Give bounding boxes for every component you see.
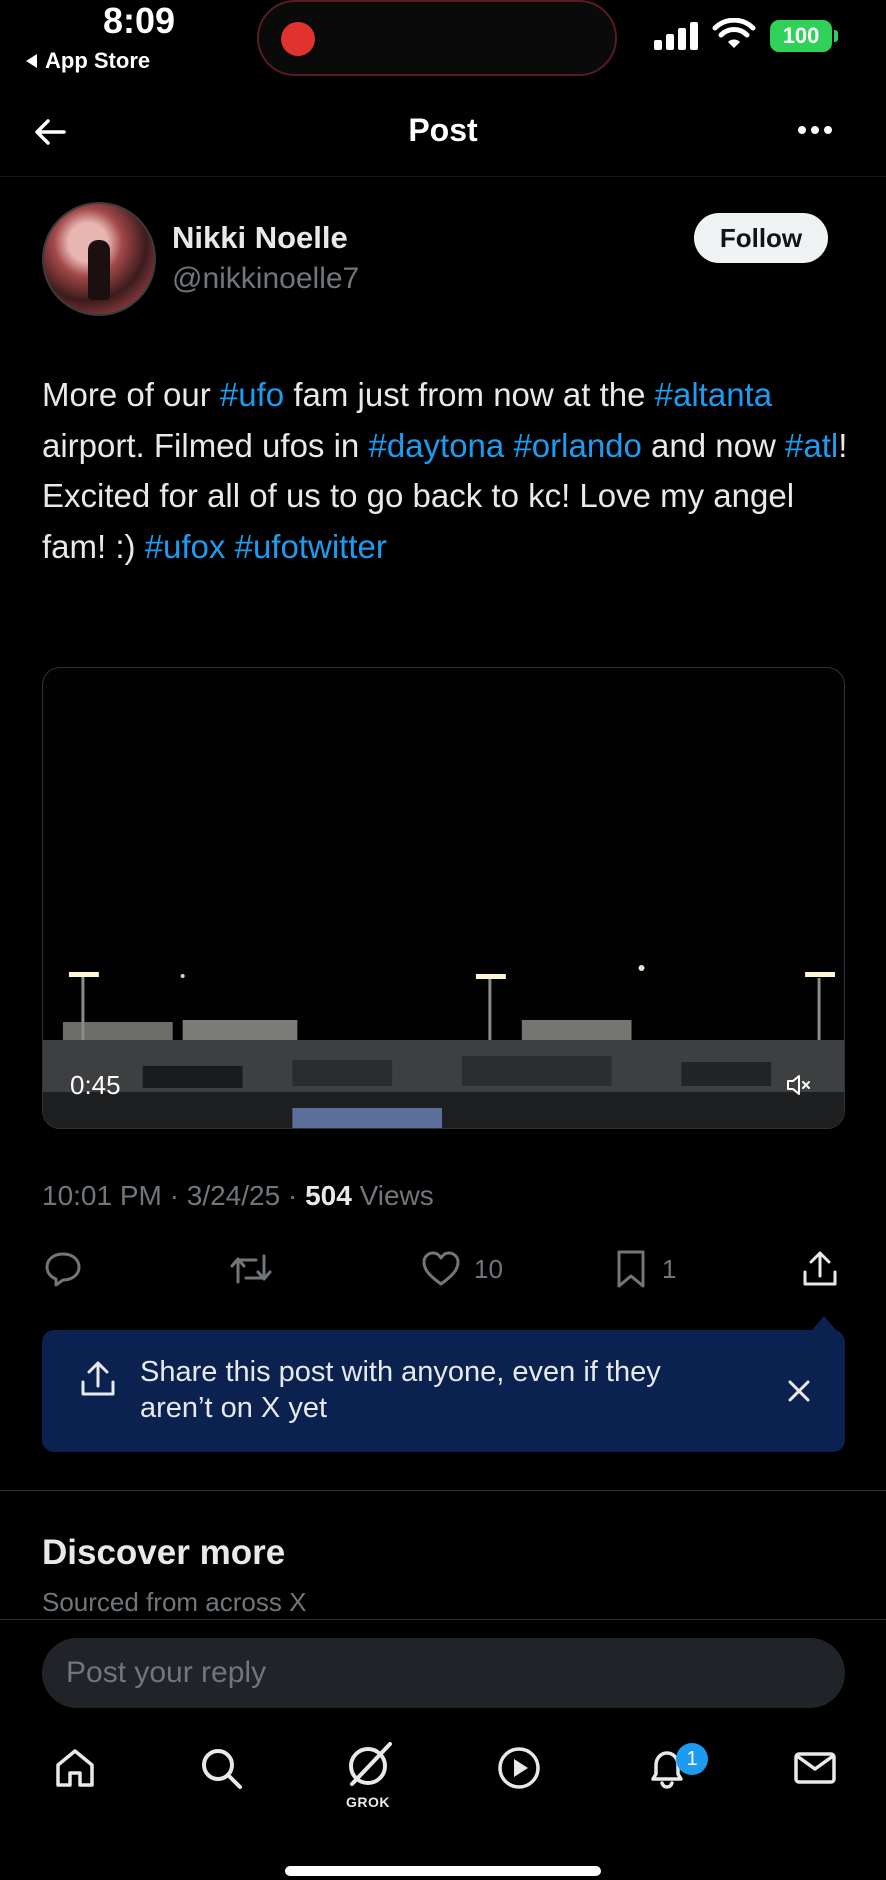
post-meta: 10:01 PM · 3/24/25 · 504 Views bbox=[42, 1180, 434, 1211]
status-time: 8:09 bbox=[103, 0, 176, 41]
more-options-icon[interactable] bbox=[798, 126, 832, 134]
battery-level: 100 bbox=[782, 23, 820, 48]
views-label: Views bbox=[359, 1180, 434, 1211]
bookmark-icon bbox=[617, 1250, 645, 1288]
heart-icon bbox=[422, 1251, 460, 1286]
mute-icon[interactable] bbox=[784, 1070, 814, 1100]
page-title: Post bbox=[408, 112, 478, 148]
author-handle[interactable]: @nikkinoelle7 bbox=[172, 262, 359, 296]
section-divider bbox=[0, 1490, 886, 1491]
discover-subtitle: Sourced from across X bbox=[42, 1587, 307, 1617]
home-indicator bbox=[285, 1866, 601, 1876]
share-icon bbox=[81, 1361, 115, 1396]
post-time[interactable]: 10:01 PM bbox=[42, 1180, 162, 1211]
share-prompt-text: Share this post with anyone, even if the… bbox=[140, 1356, 661, 1424]
reply-input[interactable] bbox=[66, 1656, 845, 1690]
home-icon[interactable] bbox=[52, 1745, 98, 1791]
recording-indicator-icon bbox=[281, 22, 315, 56]
battery-indicator: 100 bbox=[770, 20, 832, 52]
grok-label[interactable]: GROK bbox=[346, 1794, 390, 1810]
post-text-segment: and now bbox=[641, 426, 785, 464]
post-text-segment: airport. Filmed ufos in bbox=[42, 426, 369, 464]
reply-icon bbox=[45, 1252, 81, 1287]
reply-divider bbox=[0, 1619, 886, 1620]
search-icon[interactable] bbox=[198, 1745, 244, 1791]
follow-button[interactable]: Follow bbox=[694, 213, 828, 263]
post-text-segment bbox=[225, 528, 234, 565]
grok-icon[interactable] bbox=[344, 1738, 396, 1790]
wifi-icon bbox=[712, 18, 756, 48]
video-frame-airport-scene bbox=[43, 948, 844, 1128]
notifications-badge: 1 bbox=[676, 1743, 708, 1775]
cellular-signal-icon bbox=[654, 22, 698, 50]
video-tab-icon[interactable] bbox=[496, 1745, 542, 1791]
hashtag-link[interactable]: #atl bbox=[785, 427, 838, 464]
bookmark-button[interactable]: 1 bbox=[612, 1248, 676, 1290]
reply-button[interactable] bbox=[42, 1248, 84, 1290]
hashtag-link[interactable]: #ufotwitter bbox=[235, 528, 387, 565]
post-text: More of our #ufo fam just from now at th… bbox=[42, 370, 852, 572]
repost-icon bbox=[230, 1254, 272, 1284]
post-text-segment: fam just from now at the bbox=[284, 376, 655, 413]
post-text-segment: More of our bbox=[42, 376, 220, 413]
hashtag-link[interactable]: #altanta bbox=[655, 376, 772, 413]
battery-tip-icon bbox=[834, 30, 838, 42]
like-count: 10 bbox=[474, 1253, 503, 1284]
share-button[interactable] bbox=[800, 1248, 840, 1290]
back-app-label: App Store bbox=[45, 48, 151, 73]
hashtag-link[interactable]: #orlando bbox=[513, 427, 641, 464]
dynamic-island bbox=[257, 0, 617, 76]
hashtag-link[interactable]: #daytona bbox=[368, 427, 504, 464]
share-icon bbox=[803, 1251, 837, 1286]
discover-title: Discover more bbox=[42, 1533, 286, 1572]
header-divider bbox=[0, 176, 886, 177]
avatar[interactable] bbox=[42, 202, 156, 316]
repost-button[interactable] bbox=[228, 1248, 274, 1290]
video-player[interactable] bbox=[42, 667, 845, 1129]
back-to-app-link[interactable]: App Store bbox=[26, 48, 150, 74]
views-count: 504 bbox=[305, 1180, 352, 1211]
hashtag-link[interactable]: #ufo bbox=[220, 376, 284, 413]
hashtag-link[interactable]: #ufox bbox=[145, 528, 226, 565]
post-date[interactable]: 3/24/25 bbox=[187, 1180, 280, 1211]
video-duration: 0:45 bbox=[70, 1070, 121, 1100]
reply-composer[interactable] bbox=[42, 1638, 845, 1708]
author-name[interactable]: Nikki Noelle bbox=[172, 220, 348, 256]
back-triangle-icon bbox=[26, 54, 37, 68]
messages-icon[interactable] bbox=[792, 1745, 838, 1791]
bookmark-count: 1 bbox=[662, 1253, 677, 1284]
close-icon[interactable] bbox=[784, 1376, 814, 1406]
like-button[interactable]: 10 bbox=[420, 1248, 503, 1290]
